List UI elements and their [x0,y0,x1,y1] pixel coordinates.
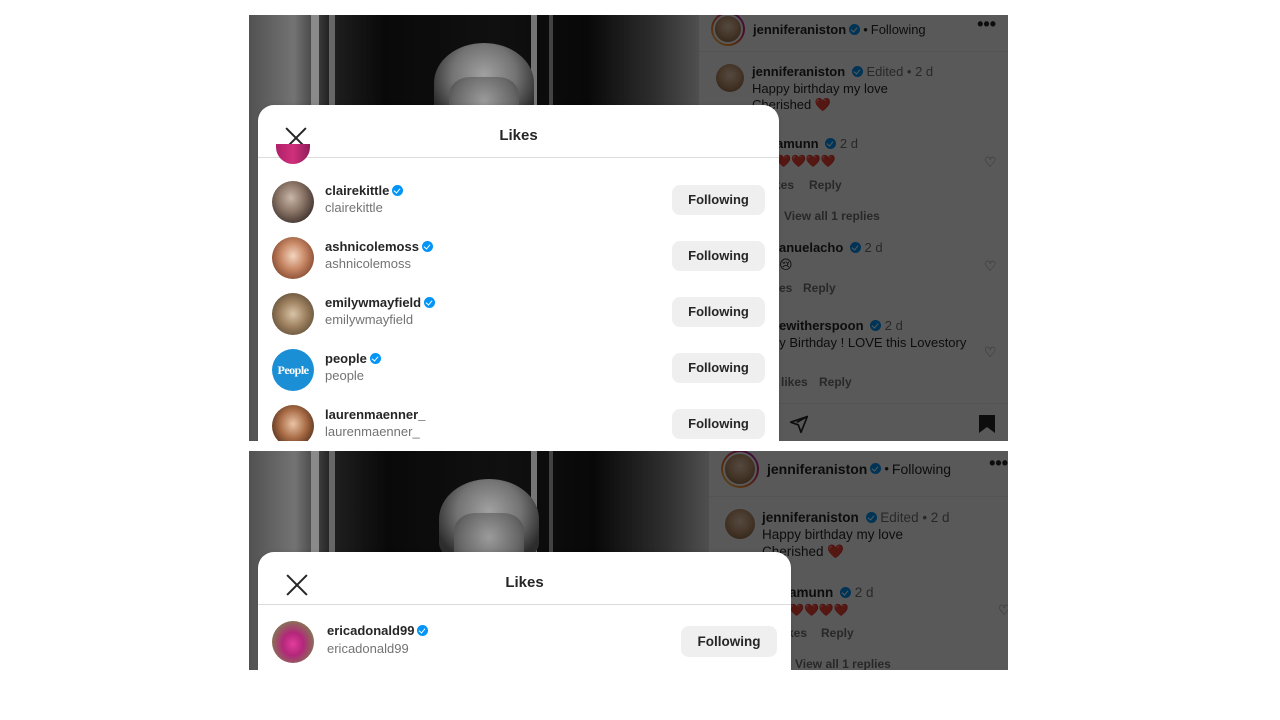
reply-button[interactable]: Reply [803,281,836,295]
like-comment-heart-icon[interactable]: ♡ [998,603,1008,617]
verified-icon [851,66,863,77]
like-comment-heart-icon[interactable]: ♡ [984,155,998,169]
people-logo-avatar[interactable]: People [272,349,314,391]
comment-text: ❤️❤️❤️❤️ [789,603,849,617]
like-fullname: laurenmaenner_ [325,424,420,439]
follow-status[interactable]: Following [892,461,951,477]
comment-meta: Edited • 2 d [866,64,934,79]
like-fullname: people [325,368,365,383]
like-username[interactable]: clairekittle [325,183,389,198]
like-username-wrap[interactable]: ericadonald99 [327,623,429,638]
likes-dialog-header: Likes [258,552,791,605]
comment-username[interactable]: anuelacho [779,240,843,255]
like-username[interactable]: ashnicolemoss [325,239,419,254]
verified-icon [840,587,852,598]
following-button[interactable]: Following [681,626,777,657]
like-comment-heart-icon[interactable]: ♡ [984,345,998,359]
comment-meta: Edited • 2 d [880,510,950,525]
likes-list-item: laurenmaenner_ laurenmaenner_ Following [258,399,779,441]
avatar[interactable] [272,405,314,441]
commenter-avatar[interactable] [725,509,755,539]
likes-list-item: ericadonald99 ericadonald99 Following [258,615,791,670]
verified-icon [870,320,882,331]
reply-button[interactable]: Reply [819,375,852,389]
comment-username[interactable]: amunn [776,136,819,151]
following-button[interactable]: Following [672,353,765,383]
post-header: jenniferaniston • Following ••• [709,451,1008,497]
verified-icon [849,242,861,253]
like-username[interactable]: emilywmayfield [325,295,421,310]
comment-username[interactable]: jenniferaniston [762,510,859,525]
verified-icon [870,463,882,474]
screenshot-bottom: jenniferaniston • Following ••• jennifer… [249,451,1008,670]
likes-dialog: Likes clairekittle clairekittle Followin… [258,105,779,441]
comment-username[interactable]: amunn [789,585,833,600]
saved-bookmark-icon[interactable] [978,414,996,439]
like-username-wrap[interactable]: people [325,351,381,366]
verified-icon [392,185,404,196]
author-avatar[interactable] [721,451,759,488]
avatar[interactable] [276,144,310,164]
like-fullname: clairekittle [325,200,383,215]
verified-icon [424,297,436,308]
comment-text: py Birthday ! LOVE this Lovestory [772,334,967,350]
like-comment-heart-icon[interactable]: ♡ [984,259,998,273]
like-fullname: ericadonald99 [327,641,409,656]
commenter-avatar[interactable] [716,64,744,92]
following-button[interactable]: Following [672,409,765,439]
comment-text: Happy birthday my love [762,527,904,542]
likes-dialog-title: Likes [505,574,544,591]
verified-icon [865,512,877,523]
avatar[interactable] [272,293,314,335]
comment-text: Happy birthday my love [752,80,888,96]
verified-icon [369,353,381,364]
comment-text: ❤️❤️❤️❤️ [776,153,836,168]
avatar[interactable] [272,237,314,279]
like-username[interactable]: people [325,351,367,366]
comment-meta: 2 d [864,240,883,255]
more-options-icon[interactable]: ••• [977,15,996,35]
post-header: jenniferaniston • Following ••• [699,15,1008,52]
likes-list-item: clairekittle clairekittle Following [258,175,779,231]
following-button[interactable]: Following [672,297,765,327]
likes-dialog-title: Likes [499,127,538,144]
verified-icon [825,138,837,149]
likes-list-item: People people people Following [258,343,779,399]
author-username[interactable]: jenniferaniston [767,461,867,477]
like-username-wrap[interactable]: ashnicolemoss [325,239,433,254]
screenshot-top: jenniferaniston • Following ••• jennifer… [249,15,1008,441]
verified-icon [417,625,429,636]
verified-icon [849,23,861,35]
likes-dialog-header: Likes [258,105,779,158]
follow-status[interactable]: Following [871,22,926,37]
reply-button[interactable]: Reply [809,178,842,192]
like-username[interactable]: laurenmaenner_ [325,407,425,422]
avatar[interactable] [272,181,314,223]
reply-button[interactable]: Reply [821,626,854,640]
avatar[interactable] [272,621,314,663]
more-options-icon[interactable]: ••• [989,453,1008,474]
like-fullname: emilywmayfield [325,312,414,327]
author-avatar[interactable] [711,15,745,46]
comment-likes-count[interactable]: es [779,281,792,295]
likes-list-item: ashnicolemoss ashnicolemoss Following [258,231,779,287]
like-username[interactable]: ericadonald99 [327,623,414,638]
likes-dialog: Likes ericadonald99 ericadonald99 Follow… [258,552,791,670]
comment-username[interactable]: ewitherspoon [779,318,864,333]
following-button[interactable]: Following [672,185,765,215]
likes-list-item: emilywmayfield emilywmayfield Following [258,287,779,343]
comment-likes-count[interactable]: likes [781,375,808,389]
author-username[interactable]: jenniferaniston [753,22,846,37]
like-fullname: ashnicolemoss [325,256,411,271]
comment-text: 😢 [779,256,793,272]
verified-icon [421,241,433,252]
comment-meta: 2 d [854,585,874,600]
comment-meta: 2 d [884,318,903,333]
share-icon[interactable] [789,414,809,439]
following-button[interactable]: Following [672,241,765,271]
comment-username[interactable]: jenniferaniston [752,64,845,79]
like-username-wrap[interactable]: clairekittle [325,183,404,198]
comment-meta: 2 d [839,136,858,151]
like-username-wrap[interactable]: emilywmayfield [325,295,436,310]
